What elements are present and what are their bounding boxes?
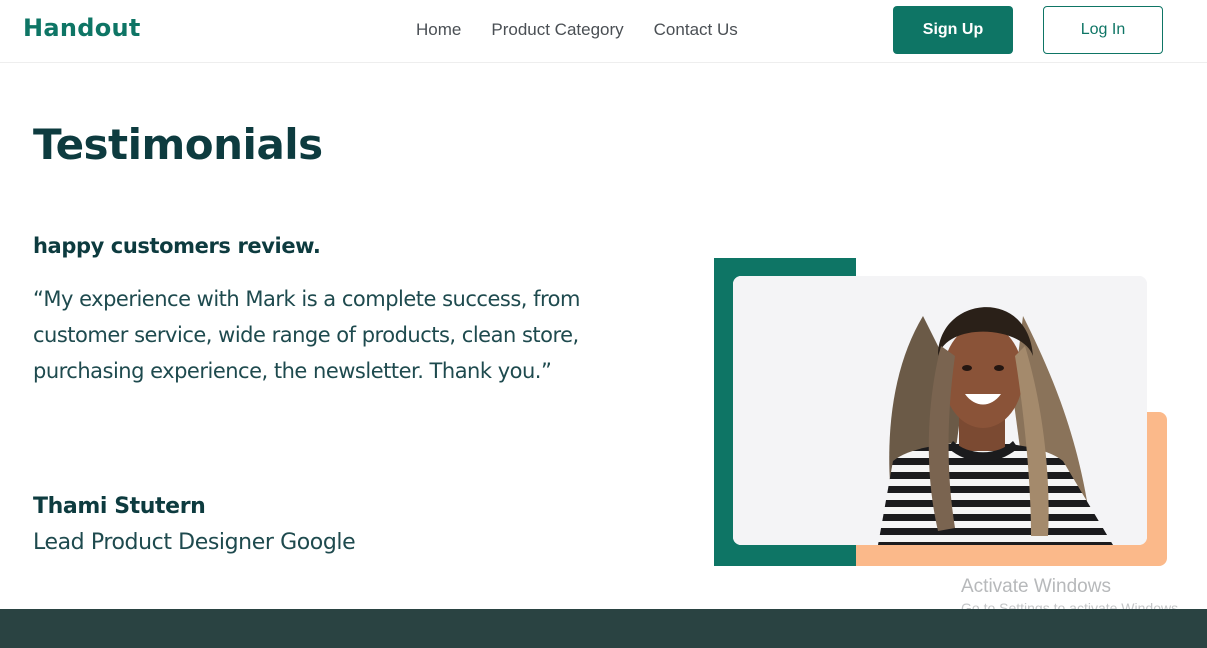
testimonial-quote: “My experience with Mark is a complete s… <box>33 287 580 383</box>
windows-activation-title: Activate Windows <box>961 576 1111 597</box>
footer-band <box>0 609 1207 648</box>
page-title: Testimonials <box>33 120 323 169</box>
testimonial-author-role: Lead Product Designer Google <box>33 530 356 555</box>
log-in-button[interactable]: Log In <box>1043 6 1163 54</box>
nav-home-link[interactable]: Home <box>416 20 461 40</box>
customer-portrait-illustration <box>733 276 1147 545</box>
nav-contact-us-link[interactable]: Contact Us <box>654 20 738 40</box>
customer-photo <box>733 276 1147 545</box>
sign-up-button[interactable]: Sign Up <box>893 6 1013 54</box>
testimonial-author: Thami Stutern <box>33 494 206 519</box>
main-nav: Home Product Category Contact Us <box>416 20 738 40</box>
site-header: Handout Home Product Category Contact Us… <box>0 0 1207 63</box>
nav-product-category-link[interactable]: Product Category <box>491 20 623 40</box>
testimonial-subtitle: happy customers review. <box>33 234 321 258</box>
logo[interactable]: Handout <box>23 14 141 42</box>
